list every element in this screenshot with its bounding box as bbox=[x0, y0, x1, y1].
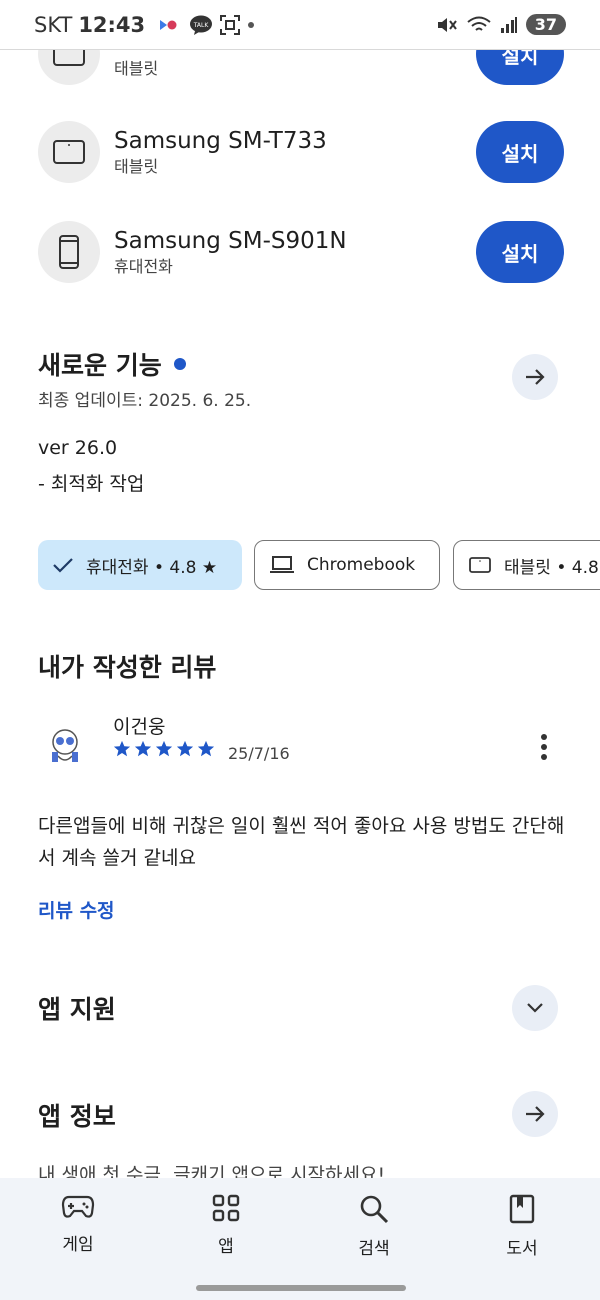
nav-label: 검색 bbox=[358, 1239, 390, 1259]
tablet-icon bbox=[468, 556, 492, 574]
bottom-navigation: 게임 앱 검색 도서 bbox=[0, 1178, 600, 1300]
edit-review-link[interactable]: 리뷰 수정 bbox=[38, 896, 115, 923]
my-review-title: 내가 작성한 리뷰 bbox=[38, 653, 217, 682]
app-info-teaser: 내 생애 첫 수금, 글캐기 앱으로 시작하세요! bbox=[38, 1164, 386, 1180]
signal-icon bbox=[500, 16, 518, 34]
arrow-right-icon bbox=[526, 369, 545, 385]
star-icon bbox=[113, 740, 131, 757]
star-icon bbox=[197, 740, 215, 757]
whats-new-arrow-button[interactable] bbox=[512, 354, 558, 400]
chip-tablet[interactable]: 태블릿 • 4.8 bbox=[453, 540, 600, 590]
chip-chromebook[interactable]: Chromebook bbox=[254, 540, 440, 590]
more-notifications-dot-icon bbox=[247, 21, 255, 29]
app-detail-content: 태블릿 설치 Samsung SM-T733 태블릿 설치 Samsung SM… bbox=[0, 0, 600, 1180]
star-rating bbox=[113, 740, 215, 758]
home-indicator[interactable] bbox=[196, 1285, 406, 1291]
search-icon bbox=[360, 1195, 389, 1224]
review-text: 다른앱들에 비해 귀찮은 일이 훨씬 적어 좋아요 사용 방법도 간단해서 계속… bbox=[38, 815, 565, 869]
app-info-arrow-button[interactable] bbox=[512, 1091, 558, 1137]
device-row-sm-s901n[interactable]: Samsung SM-S901N 휴대전화 설치 bbox=[38, 220, 564, 284]
nav-label: 게임 bbox=[62, 1235, 94, 1255]
gamepad-icon bbox=[61, 1195, 95, 1218]
talk-icon: TALK bbox=[189, 14, 213, 36]
chevron-down-icon bbox=[527, 1003, 543, 1013]
mute-icon bbox=[436, 15, 458, 35]
app-support-title[interactable]: 앱 지원 bbox=[38, 990, 116, 1026]
nav-label: 도서 bbox=[506, 1239, 538, 1259]
svg-text:TALK: TALK bbox=[193, 22, 210, 29]
app-info-title[interactable]: 앱 정보 bbox=[38, 1097, 116, 1133]
nav-item-games[interactable]: 게임 bbox=[18, 1194, 138, 1300]
release-note: - 최적화 작업 bbox=[38, 473, 145, 495]
device-name: Samsung SM-T733 bbox=[114, 128, 327, 154]
status-bar: SKT 12:43 TALK 37 bbox=[0, 0, 600, 50]
reviewer-name: 이건웅 bbox=[113, 716, 166, 738]
tablet-icon bbox=[38, 121, 100, 183]
device-type: 태블릿 bbox=[114, 59, 159, 78]
screen-capture-icon bbox=[219, 14, 241, 36]
app-support-expand-button[interactable] bbox=[512, 985, 558, 1031]
laptop-icon bbox=[269, 555, 295, 575]
carrier-label: SKT bbox=[34, 12, 73, 37]
nav-item-books[interactable]: 도서 bbox=[462, 1194, 582, 1300]
book-icon bbox=[509, 1194, 535, 1224]
device-type: 휴대전화 bbox=[114, 257, 173, 276]
review-date: 25/7/16 bbox=[228, 744, 290, 763]
install-button[interactable]: 설치 bbox=[476, 221, 564, 283]
device-type: 태블릿 bbox=[114, 157, 159, 176]
star-icon bbox=[155, 740, 173, 757]
more-options-icon[interactable] bbox=[532, 730, 556, 764]
whats-new-title[interactable]: 새로운 기능 bbox=[38, 346, 186, 382]
star-icon bbox=[134, 740, 152, 757]
phone-icon bbox=[38, 221, 100, 283]
star-icon bbox=[176, 740, 194, 757]
nav-label: 앱 bbox=[218, 1237, 234, 1257]
chip-phone[interactable]: 휴대전화 • 4.8 ★ bbox=[38, 540, 242, 590]
new-indicator-dot bbox=[173, 358, 186, 370]
avatar[interactable] bbox=[38, 716, 92, 770]
version-text: ver 26.0 bbox=[38, 437, 118, 459]
arrow-right-icon bbox=[526, 1106, 545, 1122]
battery-level: 37 bbox=[525, 14, 566, 35]
last-updated: 최종 업데이트: 2025. 6. 25. bbox=[38, 391, 252, 411]
device-name: Samsung SM-S901N bbox=[114, 228, 347, 254]
install-button[interactable]: 설치 bbox=[476, 121, 564, 183]
media-dots-icon bbox=[159, 18, 183, 32]
check-icon bbox=[52, 556, 74, 574]
wifi-icon bbox=[466, 15, 492, 35]
clock: 12:43 bbox=[78, 12, 146, 37]
apps-grid-icon bbox=[212, 1194, 240, 1222]
device-row-sm-t733[interactable]: Samsung SM-T733 태블릿 설치 bbox=[38, 120, 564, 184]
